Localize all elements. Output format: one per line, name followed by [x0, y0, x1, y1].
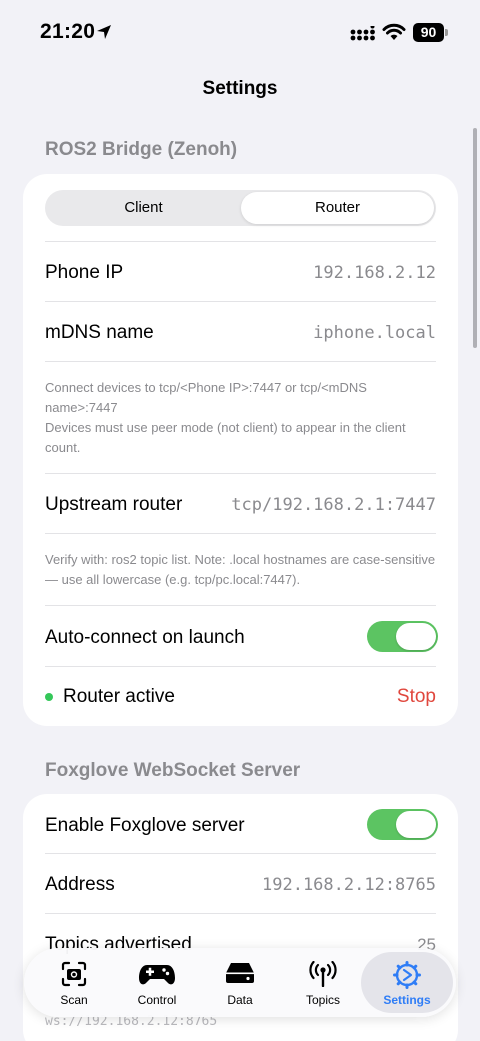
toggle-knob — [396, 811, 436, 838]
tab-bar: Scan Control Data Topics Settings — [24, 948, 456, 1017]
status-time: 21:20 — [40, 20, 96, 43]
divider — [45, 301, 436, 302]
mode-segmented-control[interactable]: Client Router — [45, 190, 436, 226]
drive-icon — [226, 963, 254, 983]
tab-label: Scan — [60, 993, 88, 1007]
toggle-knob — [396, 623, 436, 650]
mdns-label: mDNS name — [45, 322, 154, 343]
antenna-icon — [309, 961, 337, 987]
divider — [45, 361, 436, 362]
mdns-row: mDNS name iphone.local — [45, 320, 458, 350]
tab-label: Settings — [383, 993, 431, 1007]
divider — [45, 473, 436, 474]
address-label: Address — [45, 874, 115, 895]
autoconnect-row: Auto-connect on launch — [45, 621, 458, 655]
address-value: 192.168.2.12:8765 — [262, 875, 436, 895]
page-title: Settings — [202, 78, 278, 99]
router-status-row: Router active Stop — [45, 682, 458, 712]
mdns-value: iphone.local — [313, 323, 436, 343]
location-arrow-icon — [97, 25, 111, 39]
upstream-router-row[interactable]: Upstream router tcp/192.168.2.1:7447 — [45, 492, 458, 522]
status-bar: 21:20 90 — [0, 0, 480, 64]
camera-scan-icon — [61, 961, 87, 987]
autoconnect-toggle[interactable] — [367, 621, 438, 652]
verify-note: Verify with: ros2 topic list. Note: .loc… — [45, 552, 436, 587]
autoconnect-label: Auto-connect on launch — [45, 627, 245, 648]
stop-button[interactable]: Stop — [397, 686, 436, 708]
battery-cap — [445, 29, 448, 36]
foxglove-enable-label: Enable Foxglove server — [45, 815, 245, 836]
gear-icon — [393, 961, 421, 989]
ros2-settings-card: Client Router Phone IP 192.168.2.12 mDNS… — [23, 174, 458, 726]
phone-ip-label: Phone IP — [45, 262, 124, 283]
segment-router[interactable]: Router — [241, 192, 434, 224]
foxglove-enable-toggle[interactable] — [367, 809, 438, 840]
router-status-label: Router active — [63, 686, 175, 707]
divider — [45, 241, 436, 242]
upstream-router-label: Upstream router — [45, 494, 183, 515]
segment-client[interactable]: Client — [47, 192, 240, 224]
upstream-router-field[interactable]: tcp/192.168.2.1:7447 — [231, 495, 436, 515]
divider — [45, 666, 436, 667]
tab-label: Topics — [305, 993, 340, 1007]
tab-data[interactable]: Data — [198, 952, 282, 1013]
tab-scan[interactable]: Scan — [32, 952, 116, 1013]
phone-ip-value: 192.168.2.12 — [313, 263, 436, 283]
divider — [45, 605, 436, 606]
divider — [45, 533, 436, 534]
status-dot-icon — [45, 693, 53, 701]
scroll-indicator[interactable] — [473, 128, 477, 348]
tab-label: Data — [227, 993, 253, 1007]
address-row: Address 192.168.2.12:8765 — [45, 872, 458, 902]
foxglove-section-header: Foxglove WebSocket Server — [45, 760, 301, 781]
foxglove-enable-row: Enable Foxglove server — [45, 809, 458, 843]
gamecontroller-icon — [139, 965, 175, 985]
tab-label: Control — [137, 993, 177, 1007]
ros2-section-header: ROS2 Bridge (Zenoh) — [45, 139, 238, 160]
tab-settings[interactable]: Settings — [361, 952, 453, 1013]
divider — [45, 853, 436, 854]
divider — [45, 913, 436, 914]
tab-topics[interactable]: Topics — [281, 952, 365, 1013]
tab-control[interactable]: Control — [115, 952, 199, 1013]
connect-instructions: Connect devices to tcp/<Phone IP>:7447 o… — [45, 380, 406, 455]
phone-ip-row: Phone IP 192.168.2.12 — [45, 260, 458, 290]
battery-indicator: 90 — [413, 23, 444, 42]
cellular-signal-icon — [350, 26, 375, 41]
wifi-icon — [382, 23, 406, 40]
